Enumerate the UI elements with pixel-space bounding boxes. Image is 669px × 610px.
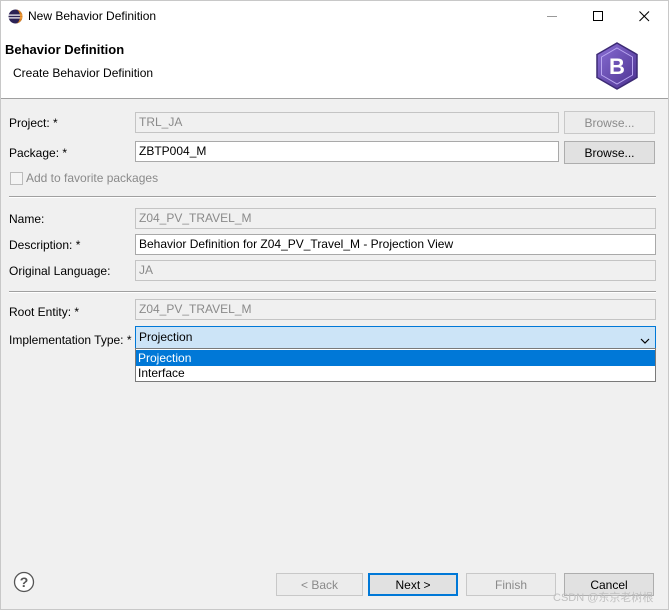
project-label: Project: * [9,116,58,130]
behavior-definition-logo-icon: B [596,42,638,90]
separator [9,291,656,293]
implementation-type-label: Implementation Type: * [9,333,132,347]
wizard-banner: Behavior Definition Create Behavior Defi… [1,32,668,99]
description-input[interactable] [139,237,652,252]
package-input[interactable] [139,144,555,159]
back-button[interactable]: < Back [276,573,363,596]
maximize-icon [592,11,604,22]
chevron-down-icon [640,334,650,349]
root-entity-field: Z04_PV_TRAVEL_M [135,299,656,320]
banner-title: Behavior Definition [5,42,125,57]
banner-description: Create Behavior Definition [13,66,154,80]
package-field[interactable] [135,141,559,162]
name-field: Z04_PV_TRAVEL_M [135,208,656,229]
original-language-field: JA [135,260,656,281]
finish-button[interactable]: Finish [466,573,556,596]
minimize-icon [546,11,558,22]
favorite-packages-checkbox[interactable] [10,172,23,185]
svg-text:?: ? [20,574,29,590]
implementation-type-dropdown: Projection Interface [135,348,656,382]
project-browse-button[interactable]: Browse... [564,111,655,134]
help-icon[interactable]: ? [13,571,35,593]
close-icon [638,11,650,22]
description-field[interactable] [135,234,656,255]
window-title: New Behavior Definition [28,9,157,23]
description-label: Description: * [9,238,81,252]
original-language-label: Original Language: [9,264,111,278]
package-browse-button[interactable]: Browse... [564,141,655,164]
favorite-packages-label: Add to favorite packages [26,171,159,185]
eclipse-icon [8,9,23,24]
dialog-window: New Behavior Definition Behavior Definit… [0,0,669,610]
project-field: TRL_JA [135,112,559,133]
name-label: Name: [9,212,45,226]
title-bar: New Behavior Definition [1,1,668,32]
implementation-type-combo[interactable]: Projection [135,326,656,349]
root-entity-label: Root Entity: * [9,305,80,319]
maximize-button[interactable] [575,1,621,32]
dropdown-option-projection[interactable]: Projection [136,350,655,366]
implementation-type-value: Projection [139,330,193,344]
watermark-text: CSDN @东京老树根 [553,592,654,604]
svg-text:B: B [609,54,625,79]
dropdown-option-interface[interactable]: Interface [136,365,655,381]
minimize-button[interactable] [529,1,575,32]
close-button[interactable] [621,1,667,32]
next-button[interactable]: Next > [368,573,458,596]
package-label: Package: * [9,146,68,160]
separator [9,196,656,198]
